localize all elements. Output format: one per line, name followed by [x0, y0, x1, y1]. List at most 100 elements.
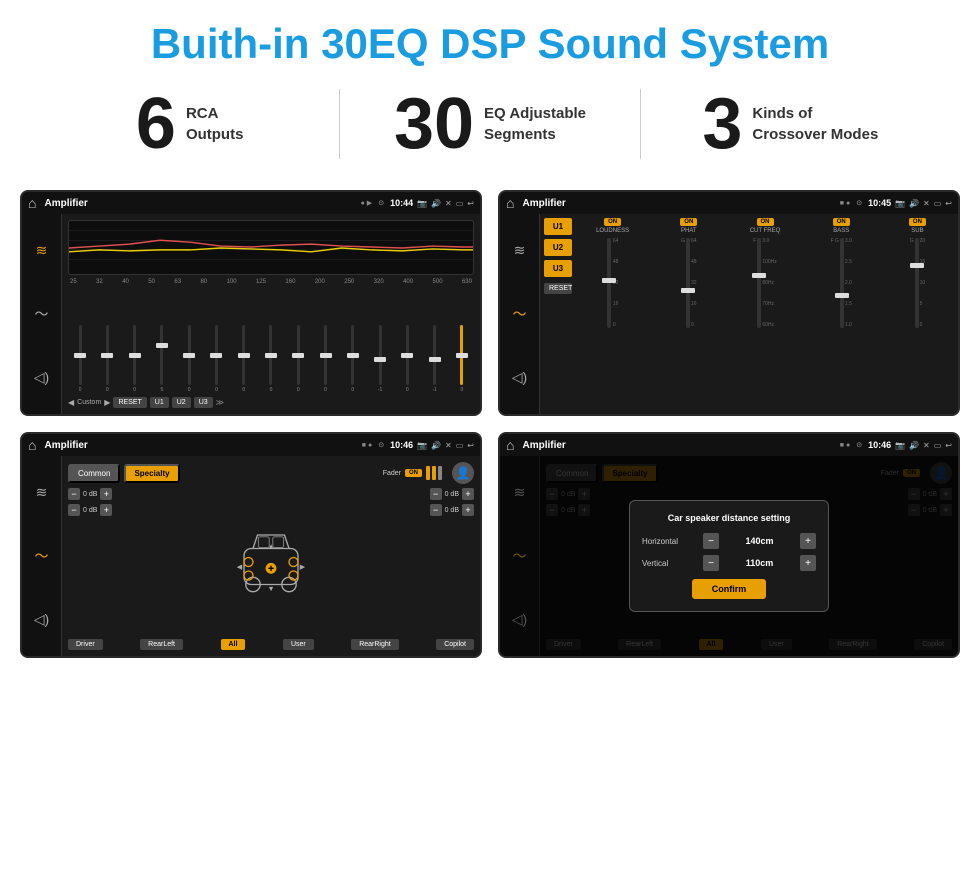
- user-button[interactable]: User: [283, 639, 314, 650]
- location-icon-3: ⊙: [378, 441, 384, 449]
- camera-icon-1: 📷: [417, 199, 427, 208]
- eq-slider-8[interactable]: 0: [259, 325, 283, 393]
- amp-loudness: ON LOUDNESS 644832160: [576, 218, 649, 410]
- loudness-label: LOUDNESS: [596, 228, 629, 234]
- db-minus-2[interactable]: −: [68, 504, 80, 516]
- home-icon[interactable]: ⌂: [28, 195, 36, 211]
- eq-slider-2[interactable]: 0: [95, 325, 119, 393]
- eq-slider-13[interactable]: 0: [395, 325, 419, 393]
- back-icon-4[interactable]: ↩: [945, 441, 952, 450]
- screen-content-3: ≋ 〜 ◁) Common Specialty Fader ON: [22, 456, 480, 656]
- db-plus-1[interactable]: +: [100, 488, 112, 500]
- amp-u2-button[interactable]: U2: [544, 239, 572, 256]
- amp-u1-button[interactable]: U1: [544, 218, 572, 235]
- db-minus-4[interactable]: −: [430, 504, 442, 516]
- tab-specialty[interactable]: Specialty: [124, 464, 179, 483]
- eq-main: 253240506380100125160200250320400500630 …: [62, 214, 480, 414]
- eq-u2-button[interactable]: U2: [172, 397, 191, 408]
- db-plus-3[interactable]: +: [462, 488, 474, 500]
- amp-reset-button[interactable]: RESET: [544, 283, 572, 294]
- vertical-value: 110cm: [725, 558, 794, 568]
- home-icon-3[interactable]: ⌂: [28, 437, 36, 453]
- screen-dialog: ⌂ Amplifier ■ ● ⊙ 10:46 📷 🔊 ✕ ▭ ↩ ≋ 〜 ◁)…: [498, 432, 960, 658]
- horizontal-plus-button[interactable]: +: [800, 533, 816, 549]
- eq-reset-button[interactable]: RESET: [113, 397, 146, 408]
- sidebar-speaker-icon-2[interactable]: ◁): [512, 369, 527, 386]
- dialog-row-horizontal: Horizontal − 140cm +: [642, 533, 816, 549]
- copilot-button[interactable]: Copilot: [436, 639, 474, 650]
- tab-common[interactable]: Common: [68, 464, 120, 483]
- window-icon-1: ▭: [456, 199, 464, 208]
- db-row-1: − 0 dB +: [68, 488, 148, 500]
- sidebar-wave-icon[interactable]: 〜: [35, 304, 49, 324]
- phat-label: PHAT: [681, 228, 697, 234]
- eq-slider-15[interactable]: 0: [450, 325, 474, 393]
- sidebar-eq-icon-3[interactable]: ≋: [36, 484, 48, 501]
- db-minus-3[interactable]: −: [430, 488, 442, 500]
- sidebar-speaker-icon[interactable]: ◁): [34, 369, 49, 386]
- close-icon-4: ✕: [923, 441, 930, 450]
- db-plus-2[interactable]: +: [100, 504, 112, 516]
- amp-u-buttons: U1 U2 U3 RESET: [544, 218, 572, 410]
- sidebar-speaker-icon-3[interactable]: ◁): [34, 611, 49, 628]
- screen-content-2: ≋ 〜 ◁) U1 U2 U3 RESET ON L: [500, 214, 958, 414]
- confirm-button[interactable]: Confirm: [692, 579, 767, 599]
- status-dots-1: ● ▶: [361, 199, 373, 207]
- eq-slider-1[interactable]: 0: [68, 325, 92, 393]
- expand-icon-1[interactable]: ≫: [216, 398, 224, 407]
- back-icon-2[interactable]: ↩: [945, 199, 952, 208]
- cs-body: − 0 dB + − 0 dB +: [68, 488, 474, 635]
- eq-slider-9[interactable]: 0: [286, 325, 310, 393]
- eq-u1-button[interactable]: U1: [150, 397, 169, 408]
- rear-right-button[interactable]: RearRight: [351, 639, 399, 650]
- all-button[interactable]: All: [221, 639, 246, 650]
- sub-label: SUB: [911, 228, 923, 234]
- status-title-2: Amplifier: [522, 198, 835, 209]
- eq-slider-7[interactable]: 0: [232, 325, 256, 393]
- db-row-2: − 0 dB +: [68, 504, 148, 516]
- eq-slider-4[interactable]: 5: [150, 325, 174, 393]
- eq-next-arrow[interactable]: ▶: [104, 398, 110, 407]
- window-icon-3: ▭: [456, 441, 464, 450]
- rear-left-button[interactable]: RearLeft: [140, 639, 183, 650]
- stat-number-rca: 6: [136, 88, 176, 160]
- eq-u3-button[interactable]: U3: [194, 397, 213, 408]
- eq-slider-10[interactable]: 0: [313, 325, 337, 393]
- driver-button[interactable]: Driver: [68, 639, 103, 650]
- back-icon-3[interactable]: ↩: [467, 441, 474, 450]
- eq-slider-11[interactable]: 0: [341, 325, 365, 393]
- eq-slider-3[interactable]: 0: [123, 325, 147, 393]
- sidebar-eq-icon-2[interactable]: ≋: [514, 242, 526, 259]
- eq-slider-5[interactable]: 0: [177, 325, 201, 393]
- close-icon-2: ✕: [923, 199, 930, 208]
- sidebar-eq-icon[interactable]: ≋: [36, 242, 48, 259]
- bass-on-badge: ON: [833, 218, 850, 226]
- eq-slider-6[interactable]: 0: [204, 325, 228, 393]
- stats-row: 6 RCA Outputs 30 EQ Adjustable Segments …: [0, 78, 980, 180]
- db-minus-1[interactable]: −: [68, 488, 80, 500]
- eq-slider-14[interactable]: -1: [422, 325, 446, 393]
- eq-prev-arrow[interactable]: ◀: [68, 398, 74, 407]
- car-diagram: ▲ ▼ ◀ ▶: [226, 517, 316, 607]
- user-avatar[interactable]: 👤: [452, 462, 474, 484]
- back-icon-1[interactable]: ↩: [467, 199, 474, 208]
- vertical-minus-button[interactable]: −: [703, 555, 719, 571]
- horizontal-minus-button[interactable]: −: [703, 533, 719, 549]
- status-bar-2: ⌂ Amplifier ■ ● ⊙ 10:45 📷 🔊 ✕ ▭ ↩: [500, 192, 958, 214]
- sidebar-wave-icon-3[interactable]: 〜: [35, 546, 49, 566]
- eq-slider-12[interactable]: -1: [368, 325, 392, 393]
- status-time-1: 10:44: [390, 198, 413, 208]
- vertical-plus-button[interactable]: +: [800, 555, 816, 571]
- home-icon-4[interactable]: ⌂: [506, 437, 514, 453]
- sidebar-wave-icon-2[interactable]: 〜: [513, 304, 527, 324]
- stat-text-eq: EQ Adjustable Segments: [484, 103, 586, 145]
- window-icon-2: ▭: [934, 199, 942, 208]
- page-title: Buith-in 30EQ DSP Sound System: [0, 0, 980, 78]
- home-icon-2[interactable]: ⌂: [506, 195, 514, 211]
- db-plus-4[interactable]: +: [462, 504, 474, 516]
- svg-text:◀: ◀: [237, 562, 243, 571]
- svg-text:▲: ▲: [267, 541, 274, 550]
- eq-custom-label: Custom: [77, 399, 101, 406]
- amp-u3-button[interactable]: U3: [544, 260, 572, 277]
- location-icon-4: ⊙: [856, 441, 862, 449]
